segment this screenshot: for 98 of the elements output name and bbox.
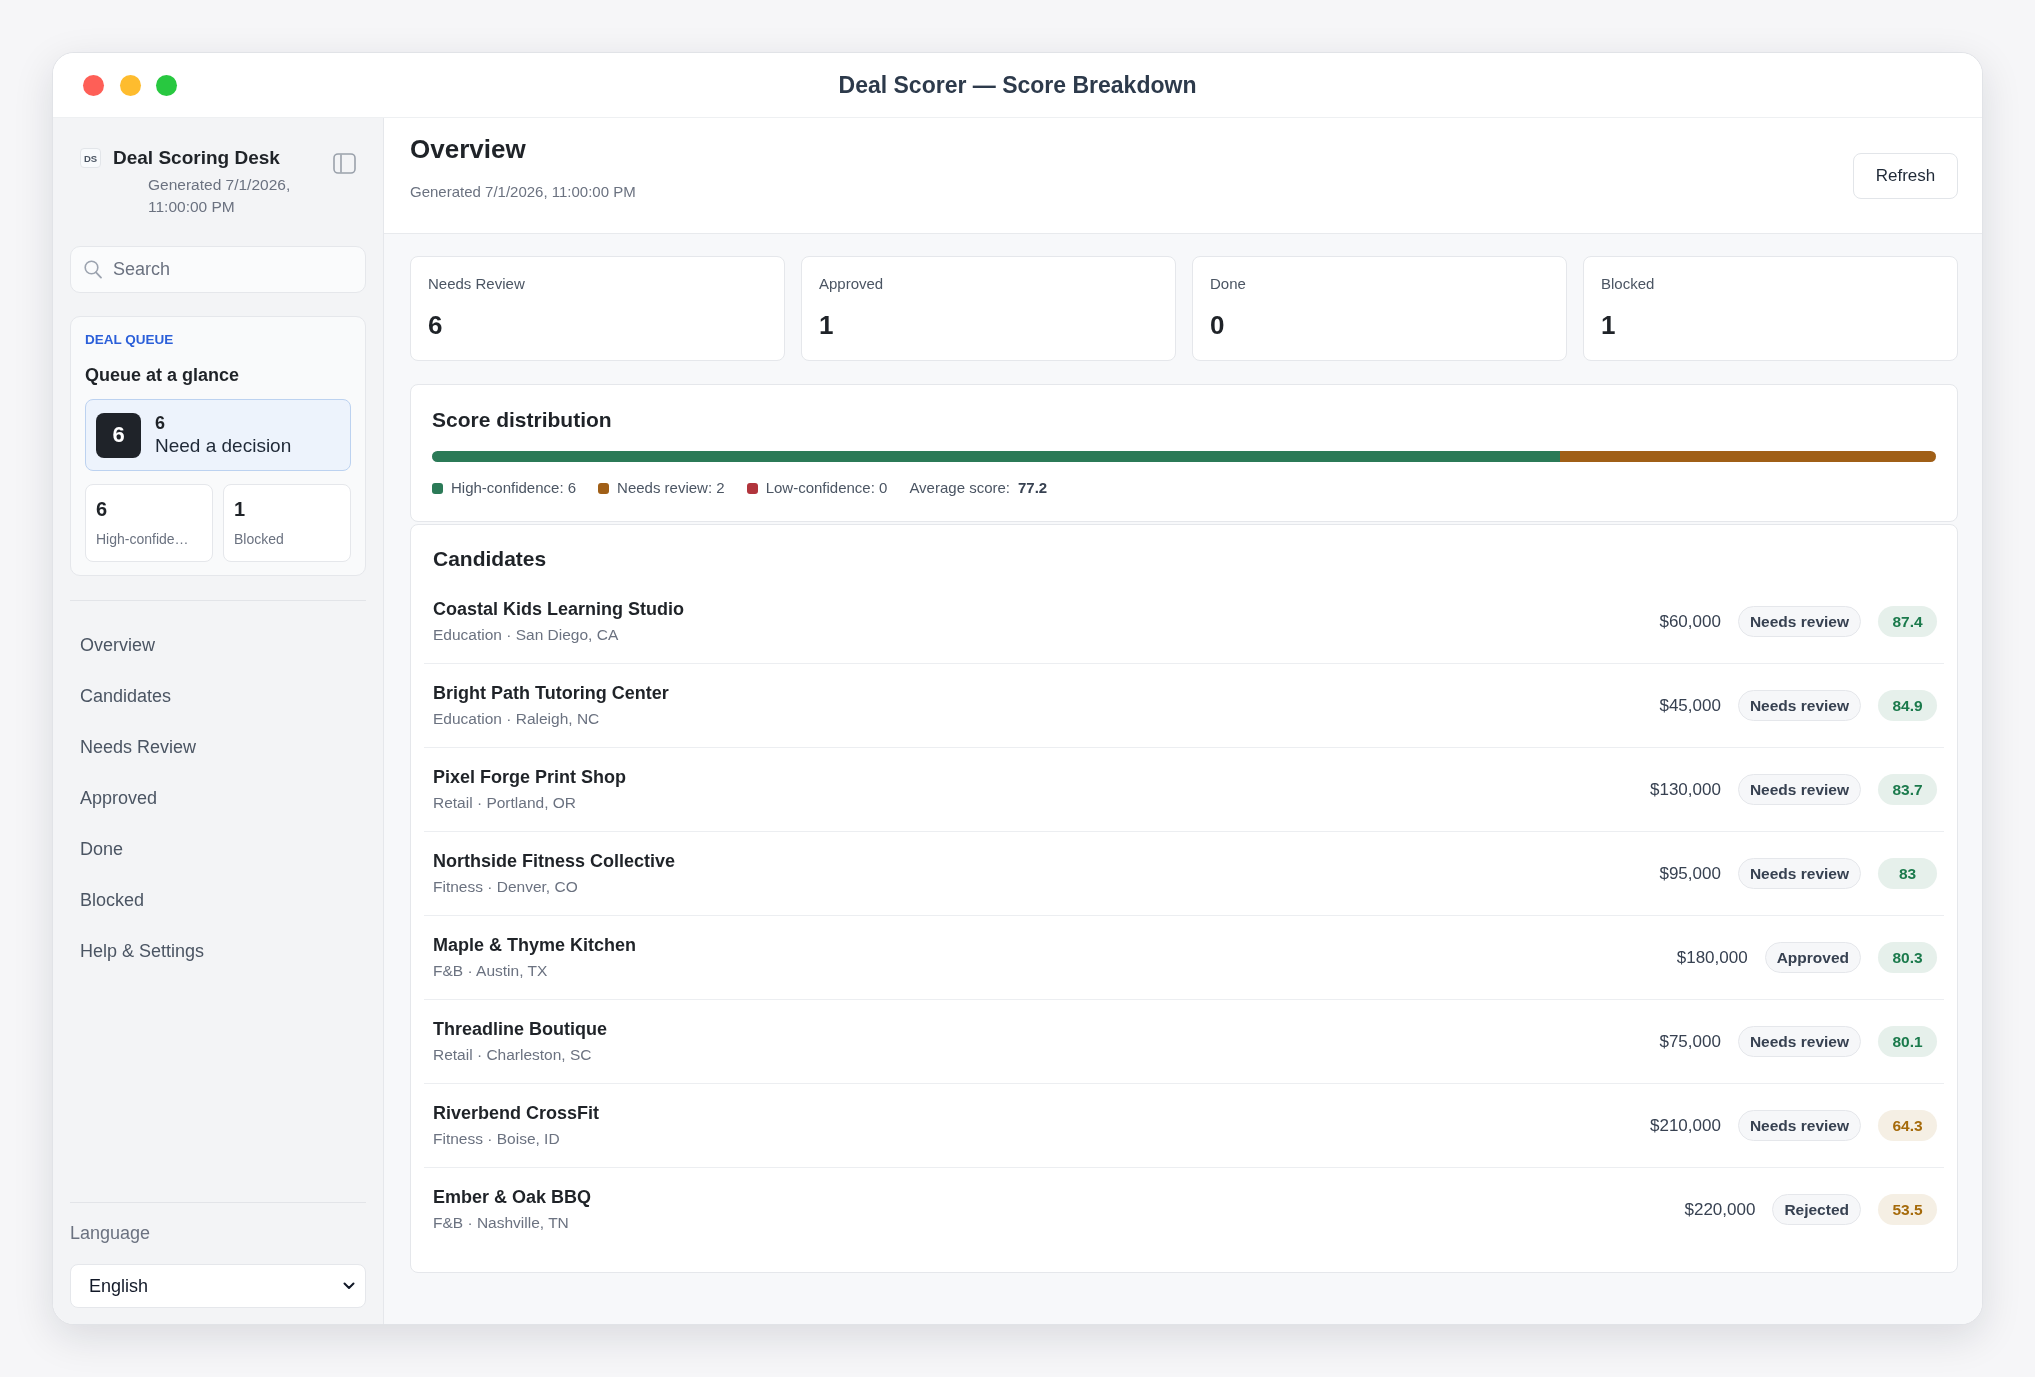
close-window-button[interactable] [83, 74, 104, 96]
candidate-meta: Fitness · Boise, ID [433, 1129, 561, 1149]
candidate-meta: Retail · Charleston, SC [433, 1045, 593, 1065]
chevron-down-icon [343, 1282, 355, 1290]
sidebar-nav-item[interactable]: Approved [70, 772, 366, 823]
deal-amount: $95,000 [1659, 863, 1721, 884]
queue-stat-tile[interactable]: 1 Blocked [223, 484, 351, 562]
sidebar-nav-item[interactable]: Needs Review [70, 721, 366, 772]
card-title: Score distribution [432, 407, 613, 433]
card-title: Candidates [432, 546, 548, 572]
legend-label: Low-confidence: 0 [765, 478, 888, 498]
section-eyebrow: DEAL QUEUE [85, 331, 175, 349]
candidate-row[interactable]: Coastal Kids Learning Studio Education · San Diego, CA $60,000 Needs review 87.4 [424, 580, 1944, 664]
zoom-window-button[interactable] [156, 74, 177, 96]
candidate-row[interactable]: Maple & Thyme Kitchen F&B · Austin, TX $180,000 Approved 80.3 [424, 916, 1944, 1000]
search-icon [84, 260, 102, 279]
stat-label: Blocked [1601, 274, 1656, 294]
app-name: Deal Scoring Desk [113, 146, 281, 170]
legend-label: High-confidence: 6 [451, 478, 577, 498]
sidebar-toggle-icon[interactable] [333, 153, 356, 174]
stat-value: 1 [1601, 309, 1617, 341]
score-badge: 83.7 [1878, 774, 1937, 805]
status-badge: Approved [1764, 942, 1861, 973]
page-title: Overview [410, 133, 527, 165]
score-badge: 80.3 [1878, 942, 1937, 973]
deal-amount: $210,000 [1650, 1115, 1721, 1136]
sidebar-nav-item[interactable]: Candidates [70, 670, 366, 721]
candidate-meta: Retail · Portland, OR [433, 793, 577, 813]
status-badge: Needs review [1737, 858, 1861, 889]
refresh-button[interactable]: Refresh [1853, 153, 1958, 199]
stat-label: Done [1210, 274, 1247, 294]
app-logo: DS [80, 148, 101, 168]
score-badge: 53.5 [1878, 1194, 1937, 1225]
candidate-name: Maple & Thyme Kitchen [433, 934, 637, 957]
deal-amount: $45,000 [1659, 695, 1721, 716]
score-badge: 83 [1878, 858, 1937, 889]
score-badge: 64.3 [1878, 1110, 1937, 1141]
candidate-meta: F&B · Nashville, TN [433, 1213, 570, 1233]
legend-label: Needs review: 2 [617, 478, 725, 498]
stat-value: 6 [428, 309, 444, 341]
candidate-name: Pixel Forge Print Shop [433, 766, 627, 789]
generated-timestamp: Generated 7/1/2026, 11:00:00 PM [148, 175, 292, 217]
deal-amount: $220,000 [1684, 1199, 1756, 1220]
average-label: Average score: [909, 478, 1010, 498]
candidate-name: Threadline Boutique [433, 1018, 607, 1041]
sidebar-nav-item[interactable]: Done [70, 823, 366, 874]
stat-label: Needs Review [428, 274, 526, 294]
status-badge: Needs review [1737, 1110, 1861, 1141]
candidate-row[interactable]: Northside Fitness Collective Fitness · Denver, CO $95,000 Needs review 83 [424, 832, 1944, 916]
status-badge: Needs review [1737, 690, 1861, 721]
status-badge: Needs review [1737, 606, 1861, 637]
decision-label: Need a decision [155, 434, 292, 458]
candidate-row[interactable]: Riverbend CrossFit Fitness · Boise, ID $210,000 Needs review 64.3 [424, 1084, 1944, 1168]
queue-title: Queue at a glance [85, 364, 241, 387]
deal-amount: $60,000 [1659, 611, 1721, 632]
tile-value: 6 [96, 497, 109, 522]
stat-value: 0 [1210, 309, 1226, 341]
score-badge: 87.4 [1878, 606, 1937, 637]
candidate-name: Northside Fitness Collective [433, 850, 676, 873]
candidate-meta: F&B · Austin, TX [433, 961, 549, 981]
stat-label: Approved [819, 274, 885, 294]
generated-timestamp: Generated 7/1/2026, 11:00:00 PM [410, 182, 636, 202]
stat-value: 1 [819, 309, 835, 341]
deal-amount: $130,000 [1650, 779, 1721, 800]
candidate-name: Riverbend CrossFit [433, 1102, 600, 1125]
language-label: Language [70, 1222, 152, 1245]
average-value: 77.2 [1018, 478, 1048, 498]
sidebar-nav-item[interactable]: Overview [70, 619, 366, 670]
candidate-meta: Fitness · Denver, CO [433, 877, 579, 897]
sidebar-nav-item[interactable]: Help & Settings [70, 925, 366, 976]
score-badge: 80.1 [1878, 1026, 1937, 1057]
candidate-row[interactable]: Threadline Boutique Retail · Charleston, SC $75,000 Needs review 80.1 [424, 1000, 1944, 1084]
tile-value: 1 [234, 497, 247, 522]
candidate-name: Ember & Oak BBQ [433, 1186, 592, 1209]
candidate-name: Coastal Kids Learning Studio [433, 598, 685, 621]
status-badge: Needs review [1737, 774, 1861, 805]
score-badge: 84.9 [1878, 690, 1937, 721]
decision-summary[interactable]: 6 6 Need a decision [85, 399, 351, 471]
candidate-name: Bright Path Tutoring Center [433, 682, 669, 705]
candidate-row[interactable]: Ember & Oak BBQ F&B · Nashville, TN $220,000 Rejected 53.5 [424, 1168, 1944, 1251]
candidate-row[interactable]: Bright Path Tutoring Center Education · Raleigh, NC $45,000 Needs review 84.9 [424, 664, 1944, 748]
minimize-window-button[interactable] [119, 74, 141, 96]
status-badge: Rejected [1772, 1194, 1861, 1225]
decision-count: 6 [155, 412, 166, 434]
tile-label: High-confide… [96, 530, 190, 549]
search-field[interactable]: Search [70, 246, 366, 293]
language-select[interactable]: English [70, 1264, 366, 1308]
status-badge: Needs review [1737, 1026, 1861, 1057]
candidate-meta: Education · San Diego, CA [433, 625, 620, 645]
candidate-meta: Education · Raleigh, NC [433, 709, 601, 729]
window-title: Deal Scorer — Score Breakdown [838, 71, 1197, 99]
tile-label: Blocked [234, 530, 285, 549]
queue-stat-tile[interactable]: 6 High-confide… [85, 484, 213, 562]
count-badge: 6 [96, 412, 141, 458]
candidate-row[interactable]: Pixel Forge Print Shop Retail · Portland, OR $130,000 Needs review 83.7 [424, 748, 1944, 832]
deal-amount: $75,000 [1659, 1031, 1721, 1052]
deal-amount: $180,000 [1676, 947, 1748, 968]
sidebar-nav-item[interactable]: Blocked [70, 874, 366, 925]
